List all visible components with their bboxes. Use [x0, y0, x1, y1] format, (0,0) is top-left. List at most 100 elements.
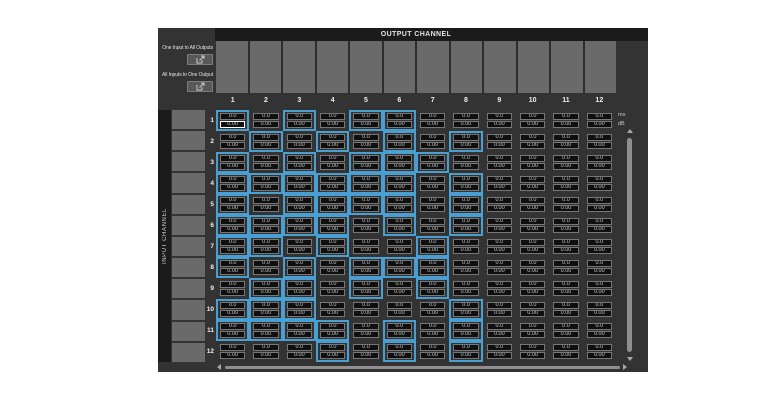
delay-ms-field-in10-out4[interactable]: 0.0: [320, 302, 345, 309]
delay-ms-field-in10-out9[interactable]: 0.0: [487, 302, 512, 309]
matrix-cell-in9-out1[interactable]: 0.00.00: [216, 278, 249, 299]
matrix-cell-in8-out6[interactable]: 0.00.00: [383, 257, 416, 278]
gain-db-field-in7-out3[interactable]: 0.00: [287, 247, 312, 254]
delay-ms-field-in1-out9[interactable]: 0.0: [487, 113, 512, 120]
matrix-cell-in1-out6[interactable]: 0.00.00: [383, 110, 416, 131]
delay-ms-field-in12-out3[interactable]: 0.0: [287, 344, 312, 351]
gain-db-field-in4-out10[interactable]: 0.00: [520, 184, 545, 191]
gain-db-field-in10-out1[interactable]: 0.00: [220, 310, 245, 317]
delay-ms-field-in6-out8[interactable]: 0.0: [453, 218, 478, 225]
delay-ms-field-in4-out4[interactable]: 0.0: [320, 176, 345, 183]
gain-db-field-in10-out9[interactable]: 0.00: [487, 310, 512, 317]
matrix-cell-in2-out3[interactable]: 0.00.00: [283, 131, 316, 152]
gain-db-field-in12-out3[interactable]: 0.00: [287, 352, 312, 359]
delay-ms-field-in7-out12[interactable]: 0.0: [587, 239, 612, 246]
gain-db-field-in7-out11[interactable]: 0.00: [553, 247, 578, 254]
gain-db-field-in4-out9[interactable]: 0.00: [487, 184, 512, 191]
delay-ms-field-in10-out10[interactable]: 0.0: [520, 302, 545, 309]
gain-db-field-in2-out6[interactable]: 0.00: [387, 142, 412, 149]
delay-ms-field-in3-out10[interactable]: 0.0: [520, 155, 545, 162]
gain-db-field-in5-out12[interactable]: 0.00: [587, 205, 612, 212]
gain-db-field-in3-out11[interactable]: 0.00: [553, 163, 578, 170]
matrix-cell-in2-out2[interactable]: 0.00.00: [249, 131, 282, 152]
delay-ms-field-in11-out9[interactable]: 0.0: [487, 323, 512, 330]
delay-ms-field-in12-out6[interactable]: 0.0: [387, 344, 412, 351]
delay-ms-field-in12-out4[interactable]: 0.0: [320, 344, 345, 351]
gain-db-field-in9-out1[interactable]: 0.00: [220, 289, 245, 296]
matrix-cell-in2-out9[interactable]: 0.00.00: [483, 131, 516, 152]
delay-ms-field-in11-out1[interactable]: 0.0: [220, 323, 245, 330]
delay-ms-field-in6-out5[interactable]: 0.0: [353, 218, 378, 225]
matrix-cell-in2-out5[interactable]: 0.00.00: [349, 131, 382, 152]
gain-db-field-in7-out7[interactable]: 0.00: [420, 247, 445, 254]
gain-db-field-in1-out11[interactable]: 0.00: [553, 121, 578, 128]
gain-db-field-in3-out12[interactable]: 0.00: [587, 163, 612, 170]
matrix-cell-in10-out10[interactable]: 0.00.00: [516, 299, 549, 320]
gain-db-field-in5-out10[interactable]: 0.00: [520, 205, 545, 212]
gain-db-field-in7-out10[interactable]: 0.00: [520, 247, 545, 254]
delay-ms-field-in1-out3[interactable]: 0.0: [287, 113, 312, 120]
matrix-cell-in8-out1[interactable]: 0.00.00: [216, 257, 249, 278]
matrix-cell-in1-out10[interactable]: 0.00.00: [516, 110, 549, 131]
gain-db-field-in2-out3[interactable]: 0.00: [287, 142, 312, 149]
matrix-cell-in5-out1[interactable]: 0.00.00: [216, 194, 249, 215]
delay-ms-field-in4-out6[interactable]: 0.0: [387, 176, 412, 183]
gain-db-field-in3-out6[interactable]: 0.00: [387, 163, 412, 170]
gain-db-field-in10-out10[interactable]: 0.00: [520, 310, 545, 317]
matrix-cell-in9-out8[interactable]: 0.00.00: [449, 278, 482, 299]
matrix-cell-in11-out6[interactable]: 0.00.00: [383, 320, 416, 341]
gain-db-field-in2-out5[interactable]: 0.00: [353, 142, 378, 149]
gain-db-field-in4-out8[interactable]: 0.00: [453, 184, 478, 191]
gain-db-field-in7-out8[interactable]: 0.00: [453, 247, 478, 254]
matrix-cell-in5-out7[interactable]: 0.00.00: [416, 194, 449, 215]
delay-ms-field-in10-out7[interactable]: 0.0: [420, 302, 445, 309]
gain-db-field-in1-out9[interactable]: 0.00: [487, 121, 512, 128]
delay-ms-field-in5-out8[interactable]: 0.0: [453, 197, 478, 204]
delay-ms-field-in9-out3[interactable]: 0.0: [287, 281, 312, 288]
delay-ms-field-in5-out10[interactable]: 0.0: [520, 197, 545, 204]
matrix-cell-in5-out4[interactable]: 0.00.00: [316, 194, 349, 215]
matrix-cell-in4-out5[interactable]: 0.00.00: [349, 173, 382, 194]
gain-db-field-in7-out2[interactable]: 0.00: [253, 247, 278, 254]
gain-db-field-in11-out7[interactable]: 0.00: [420, 331, 445, 338]
delay-ms-field-in9-out9[interactable]: 0.0: [487, 281, 512, 288]
gain-db-field-in5-out3[interactable]: 0.00: [287, 205, 312, 212]
delay-ms-field-in5-out2[interactable]: 0.0: [253, 197, 278, 204]
delay-ms-field-in9-out11[interactable]: 0.0: [553, 281, 578, 288]
matrix-cell-in7-out1[interactable]: 0.00.00: [216, 236, 249, 257]
gain-db-field-in10-out7[interactable]: 0.00: [420, 310, 445, 317]
matrix-cell-in3-out9[interactable]: 0.00.00: [483, 152, 516, 173]
matrix-cell-in12-out10[interactable]: 0.00.00: [516, 341, 549, 362]
matrix-cell-in10-out4[interactable]: 0.00.00: [316, 299, 349, 320]
delay-ms-field-in3-out3[interactable]: 0.0: [287, 155, 312, 162]
matrix-cell-in9-out12[interactable]: 0.00.00: [583, 278, 616, 299]
gain-db-field-in2-out2[interactable]: 0.00: [253, 142, 278, 149]
delay-ms-field-in12-out9[interactable]: 0.0: [487, 344, 512, 351]
gain-db-field-in7-out5[interactable]: 0.00: [353, 247, 378, 254]
matrix-cell-in6-out8[interactable]: 0.00.00: [449, 215, 482, 236]
delay-ms-field-in10-out12[interactable]: 0.0: [587, 302, 612, 309]
gain-db-field-in9-out3[interactable]: 0.00: [287, 289, 312, 296]
gain-db-field-in8-out10[interactable]: 0.00: [520, 268, 545, 275]
delay-ms-field-in7-out10[interactable]: 0.0: [520, 239, 545, 246]
gain-db-field-in4-out6[interactable]: 0.00: [387, 184, 412, 191]
matrix-cell-in8-out5[interactable]: 0.00.00: [349, 257, 382, 278]
gain-db-field-in3-out5[interactable]: 0.00: [353, 163, 378, 170]
gain-db-field-in10-out3[interactable]: 0.00: [287, 310, 312, 317]
gain-db-field-in5-out9[interactable]: 0.00: [487, 205, 512, 212]
gain-db-field-in4-out4[interactable]: 0.00: [320, 184, 345, 191]
delay-ms-field-in6-out11[interactable]: 0.0: [553, 218, 578, 225]
gain-db-field-in7-out12[interactable]: 0.00: [587, 247, 612, 254]
gain-db-field-in12-out1[interactable]: 0.00: [220, 352, 245, 359]
matrix-cell-in12-out11[interactable]: 0.00.00: [549, 341, 582, 362]
matrix-cell-in12-out2[interactable]: 0.00.00: [249, 341, 282, 362]
matrix-cell-in7-out3[interactable]: 0.00.00: [283, 236, 316, 257]
delay-ms-field-in5-out7[interactable]: 0.0: [420, 197, 445, 204]
delay-ms-field-in4-out1[interactable]: 0.0: [220, 176, 245, 183]
delay-ms-field-in9-out4[interactable]: 0.0: [320, 281, 345, 288]
delay-ms-field-in10-out3[interactable]: 0.0: [287, 302, 312, 309]
gain-db-field-in12-out5[interactable]: 0.00: [353, 352, 378, 359]
gain-db-field-in11-out9[interactable]: 0.00: [487, 331, 512, 338]
matrix-cell-in3-out8[interactable]: 0.00.00: [449, 152, 482, 173]
gain-db-field-in7-out1[interactable]: 0.00: [220, 247, 245, 254]
